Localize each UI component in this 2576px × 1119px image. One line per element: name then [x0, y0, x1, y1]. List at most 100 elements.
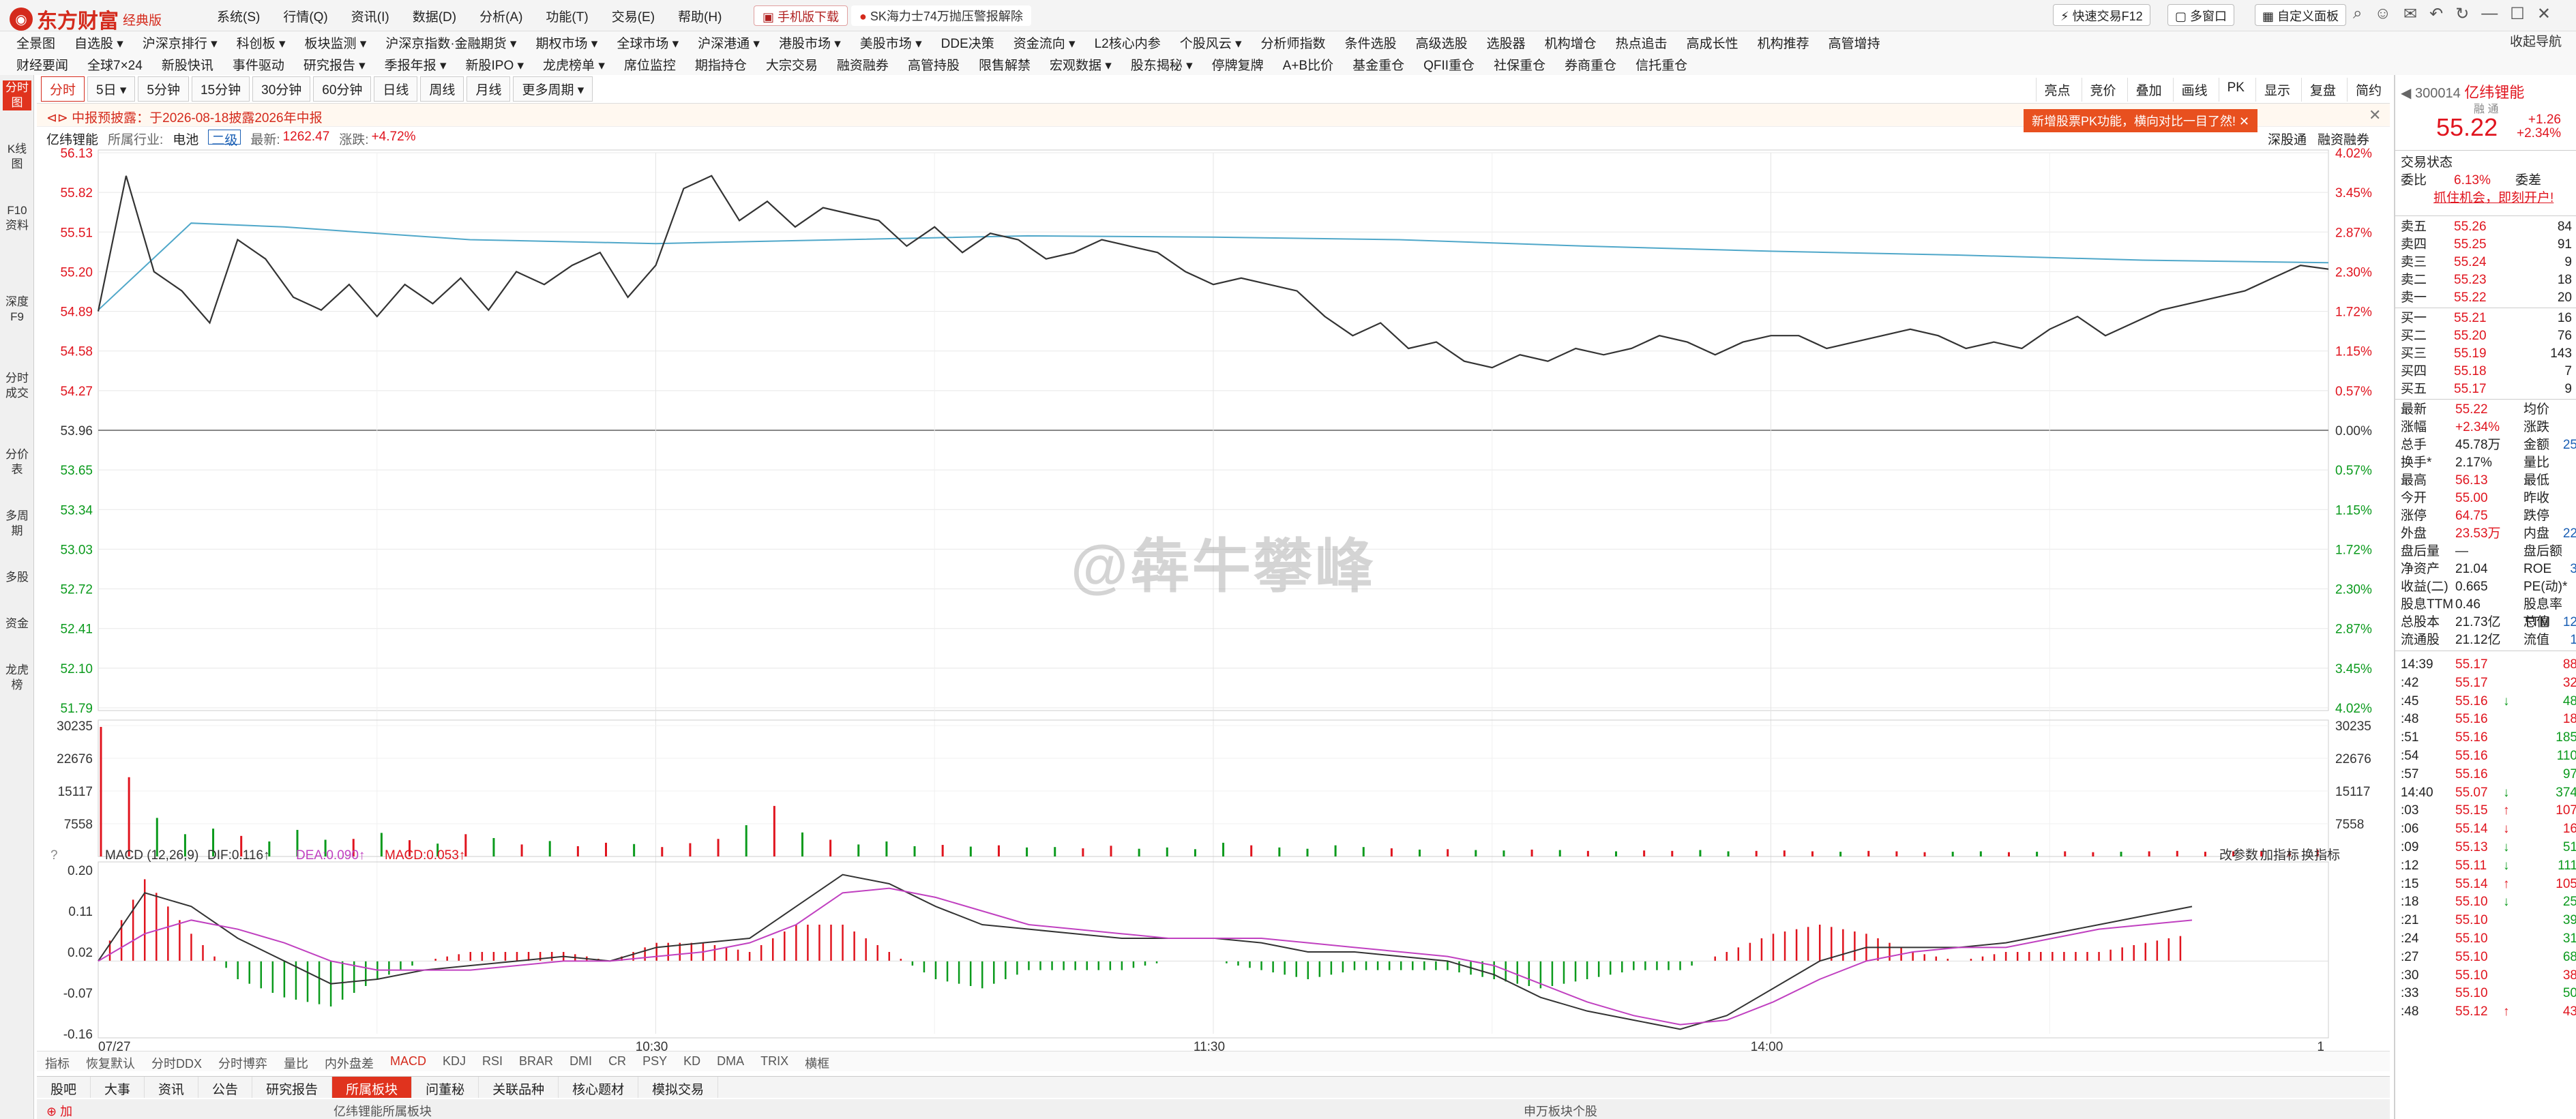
timeframe-3[interactable]: 15分钟	[191, 76, 250, 102]
nav2-item-12[interactable]: 高管持股	[898, 53, 969, 75]
close-notice-icon[interactable]: ✕	[2369, 106, 2381, 124]
tool-5[interactable]: 显示	[2255, 78, 2298, 102]
indicator-tab-8[interactable]: RSI	[474, 1051, 511, 1071]
nav2-item-3[interactable]: 事件驱动	[223, 53, 294, 75]
indicator-tab-4[interactable]: 量比	[276, 1051, 316, 1071]
collapse-nav-link[interactable]: 收起导航	[2510, 31, 2562, 50]
nav1-item-19[interactable]: 机构增仓	[1535, 31, 1606, 53]
indicator-tab-14[interactable]: DMA	[709, 1051, 752, 1071]
tool-1[interactable]: 竞价	[2081, 78, 2125, 102]
nav2-item-0[interactable]: 财经要闻	[7, 53, 78, 75]
nav1-item-13[interactable]: L2核心内参	[1085, 31, 1170, 53]
search-icon[interactable]: ⌕	[2353, 4, 2362, 24]
menu-item-7[interactable]: 帮助(H)	[678, 7, 722, 25]
tool-0[interactable]: 亮点	[2035, 78, 2079, 102]
refresh-icon[interactable]: ↻	[2455, 4, 2469, 24]
timeframe-8[interactable]: 月线	[467, 76, 511, 102]
indicator-tab-1[interactable]: 恢复默认	[78, 1051, 143, 1071]
bottom-tab-3[interactable]: 公告	[198, 1077, 253, 1098]
indicator-tab-3[interactable]: 分时博弈	[210, 1051, 276, 1071]
quick-trade-button[interactable]: ⚡ 快速交易F12	[2053, 4, 2150, 26]
nav1-item-7[interactable]: 全球市场 ▾	[607, 31, 688, 53]
maximize-icon[interactable]: ☐	[2510, 4, 2525, 24]
orderbook-row[interactable]: 卖二 55.23 18	[2401, 271, 2576, 289]
bottom-tab-2[interactable]: 资讯	[145, 1077, 199, 1098]
nav1-item-12[interactable]: 资金流向 ▾	[1004, 31, 1085, 53]
nav1-item-3[interactable]: 科创板 ▾	[227, 31, 295, 53]
indicator-tab-12[interactable]: PSY	[634, 1051, 675, 1071]
nav2-item-15[interactable]: 股东揭秘 ▾	[1121, 53, 1202, 75]
nav1-item-5[interactable]: 沪深京指数·金融期货 ▾	[376, 31, 526, 53]
app-logo[interactable]: ◉ 东方财富 经典版	[10, 4, 162, 34]
indicator-tab-9[interactable]: BRAR	[511, 1051, 561, 1071]
nav1-item-18[interactable]: 选股器	[1477, 31, 1535, 53]
left-tab-4[interactable]: 分时成交	[3, 371, 31, 401]
bottom-tab-5[interactable]: 所属板块	[332, 1077, 413, 1098]
tool-2[interactable]: 叠加	[2127, 78, 2170, 102]
left-tab-8[interactable]: 资金	[3, 616, 31, 631]
left-tab-1[interactable]: K线图	[3, 142, 31, 172]
nav2-item-14[interactable]: 宏观数据 ▾	[1040, 53, 1121, 75]
menu-item-6[interactable]: 交易(E)	[612, 7, 655, 25]
timeframe-9[interactable]: 更多周期 ▾	[513, 76, 593, 102]
orderbook-row[interactable]: 卖五 55.26 84	[2401, 218, 2576, 236]
indicator-tab-11[interactable]: CR	[600, 1051, 634, 1071]
nav2-item-22[interactable]: 信托重仓	[1626, 53, 1697, 75]
nav2-item-19[interactable]: QFII重仓	[1414, 53, 1484, 75]
left-tab-2[interactable]: F10资料	[3, 203, 31, 233]
nav1-item-23[interactable]: 高管增持	[1819, 31, 1890, 53]
tool-3[interactable]: 画线	[2172, 78, 2216, 102]
add-icon[interactable]: ⊕ 加	[46, 1102, 72, 1119]
timeframe-2[interactable]: 5分钟	[138, 76, 189, 102]
tool-7[interactable]: 简约	[2346, 78, 2390, 102]
nav1-item-1[interactable]: 自选股 ▾	[65, 31, 133, 53]
nav1-item-4[interactable]: 板块监测 ▾	[295, 31, 376, 53]
nav2-item-8[interactable]: 席位监控	[615, 53, 685, 75]
bottom-tab-7[interactable]: 关联品种	[479, 1077, 559, 1098]
back-icon[interactable]: ↶	[2429, 4, 2443, 24]
orderbook-row[interactable]: 卖四 55.25 91	[2401, 236, 2576, 254]
nav1-item-22[interactable]: 机构推荐	[1748, 31, 1819, 53]
bottom-tab-0[interactable]: 股吧	[37, 1077, 91, 1098]
nav2-item-10[interactable]: 大宗交易	[756, 53, 827, 75]
nav1-item-8[interactable]: 沪深港通 ▾	[688, 31, 769, 53]
orderbook-row[interactable]: 卖一 55.22 20	[2401, 289, 2576, 307]
nav2-item-6[interactable]: 新股IPO ▾	[456, 53, 534, 75]
nav1-item-0[interactable]: 全景图	[7, 31, 65, 53]
nav1-item-14[interactable]: 个股风云 ▾	[1170, 31, 1252, 53]
menu-item-1[interactable]: 行情(Q)	[283, 7, 327, 25]
promo-news-link[interactable]: ● SK海力士74万抛压警报解除	[851, 5, 1031, 26]
info-link-0[interactable]: 深股通	[2268, 130, 2307, 148]
left-tab-7[interactable]: 多股	[3, 570, 31, 585]
mail-icon[interactable]: ✉	[2403, 4, 2417, 24]
timeframe-7[interactable]: 周线	[420, 76, 464, 102]
indicator-tab-7[interactable]: KDJ	[434, 1051, 474, 1071]
bottom-tab-9[interactable]: 模拟交易	[638, 1077, 719, 1098]
nav1-item-20[interactable]: 热点追击	[1606, 31, 1677, 53]
indicator-tab-16[interactable]: 横框	[797, 1051, 838, 1071]
nav1-item-9[interactable]: 港股市场 ▾	[769, 31, 850, 53]
indicator-tab-2[interactable]: 分时DDX	[143, 1051, 210, 1071]
menu-item-5[interactable]: 功能(T)	[546, 7, 588, 25]
left-tab-3[interactable]: 深度F9	[3, 295, 31, 325]
menu-item-2[interactable]: 资讯(I)	[351, 7, 389, 25]
close-icon[interactable]: ✕	[2537, 4, 2551, 24]
tool-4[interactable]: PK	[2218, 78, 2253, 102]
nav2-item-7[interactable]: 龙虎榜单 ▾	[533, 53, 615, 75]
bottom-tab-1[interactable]: 大事	[91, 1077, 145, 1098]
menu-item-4[interactable]: 分析(A)	[479, 7, 522, 25]
nav2-item-2[interactable]: 新股快讯	[152, 53, 223, 75]
nav1-item-15[interactable]: 分析师指数	[1252, 31, 1335, 53]
left-tab-0[interactable]: 分时图	[3, 80, 31, 110]
orderbook-row[interactable]: 卖三 55.24 9	[2401, 254, 2576, 271]
nav2-item-20[interactable]: 社保重仓	[1484, 53, 1555, 75]
menu-item-3[interactable]: 数据(D)	[413, 7, 456, 25]
timeframe-4[interactable]: 30分钟	[252, 76, 311, 102]
info-link-1[interactable]: 融资融券	[2318, 130, 2369, 148]
orderbook-row[interactable]: 买五 55.17 9	[2401, 381, 2576, 398]
nav2-item-4[interactable]: 研究报告 ▾	[294, 53, 375, 75]
timeframe-6[interactable]: 日线	[374, 76, 418, 102]
close-icon[interactable]: ✕	[2239, 115, 2249, 128]
timeframe-1[interactable]: 5日 ▾	[87, 76, 136, 102]
nav2-item-18[interactable]: 基金重仓	[1343, 53, 1414, 75]
